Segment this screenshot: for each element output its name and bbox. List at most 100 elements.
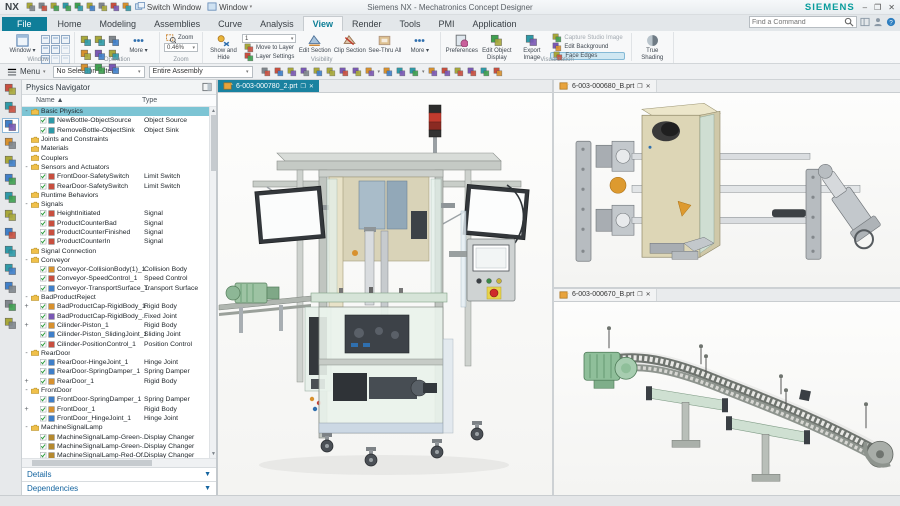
constraint-navigator-icon[interactable] bbox=[2, 136, 19, 151]
pan-view-icon[interactable] bbox=[93, 62, 106, 75]
window-button[interactable]: Window ▾ bbox=[6, 33, 39, 55]
move-to-layer-button[interactable]: Move to Layer bbox=[242, 43, 296, 53]
zoom-value-combo[interactable]: 0.46% ▾ bbox=[164, 43, 198, 52]
tree-item-row[interactable]: FrontDoor-SafetySwitch Limit Switch bbox=[22, 172, 209, 181]
tree-folder-row[interactable]: Couplers bbox=[22, 153, 209, 162]
tree-item-row[interactable]: FrontDoor_HingeJoint_1 Hinge Joint bbox=[22, 414, 209, 423]
capture-studio-image-button[interactable]: Capture Studio Image bbox=[550, 33, 624, 43]
ribbon-tab-modeling[interactable]: Modeling bbox=[91, 17, 146, 31]
selection-scope-combo[interactable]: Entire Assembly ▾ bbox=[148, 65, 253, 78]
history-icon[interactable] bbox=[2, 226, 19, 241]
close-tab-icon[interactable]: ✕ bbox=[309, 83, 314, 90]
tree-folder-row[interactable]: - RearDoor bbox=[22, 349, 209, 358]
shaded-icon[interactable] bbox=[428, 67, 438, 77]
zoom-button[interactable]: Zoom bbox=[164, 34, 198, 43]
tree-expander[interactable]: + bbox=[22, 322, 31, 329]
tree-item-row[interactable]: Conveyor-TransportSurface_1 Transport Sur… bbox=[22, 284, 209, 293]
control-point-icon[interactable] bbox=[313, 67, 323, 77]
cut-icon[interactable] bbox=[62, 2, 72, 12]
ribbon-tab-home[interactable]: Home bbox=[49, 17, 91, 31]
point-on-curve-icon[interactable] bbox=[383, 67, 393, 77]
operation-more-button[interactable]: More ▾ bbox=[122, 33, 155, 55]
tree-folder-row[interactable]: - BadProductReject bbox=[22, 293, 209, 302]
tree-item-row[interactable]: ProductCounterIn Signal bbox=[22, 237, 209, 246]
mid-point-icon[interactable] bbox=[300, 67, 310, 77]
sketch-icon[interactable] bbox=[110, 2, 120, 12]
tree-folder-row[interactable]: - Signals bbox=[22, 200, 209, 209]
hd3d-tools-icon[interactable] bbox=[2, 190, 19, 205]
tree-item-row[interactable]: RemoveBottle-ObjectSink Object Sink bbox=[22, 126, 209, 135]
tree-item-row[interactable]: MachineSignalLamp-Red-Of... Display Chang… bbox=[22, 451, 209, 458]
quadrant-point-icon[interactable] bbox=[352, 67, 362, 77]
3d-viewport-main[interactable] bbox=[218, 93, 552, 495]
tree-expander[interactable]: + bbox=[22, 303, 31, 310]
roles-gear-icon[interactable] bbox=[2, 82, 19, 97]
tree-item-row[interactable]: + RearDoor_1 Rigid Body bbox=[22, 377, 209, 386]
tree-folder-row[interactable]: Materials bbox=[22, 144, 209, 153]
tree-folder-row[interactable]: - FrontDoor bbox=[22, 386, 209, 395]
reuse-library-icon[interactable] bbox=[2, 172, 19, 187]
float-window-icon[interactable]: ❐ bbox=[301, 83, 306, 90]
minimize-button[interactable]: – bbox=[863, 3, 867, 12]
dropdown-caret-icon[interactable]: ▾ bbox=[378, 69, 381, 75]
tree-expander[interactable]: + bbox=[22, 378, 31, 385]
fit-view-icon[interactable] bbox=[467, 67, 477, 77]
clip-section-button[interactable]: Clip Section bbox=[333, 33, 366, 55]
tree-item-row[interactable]: MachineSignalLamp-Green-... Display Chang… bbox=[22, 432, 209, 441]
rotate-view-icon[interactable] bbox=[79, 62, 92, 75]
ribbon-tab-analysis[interactable]: Analysis bbox=[251, 17, 303, 31]
tree-item-row[interactable]: Conveyor-CollisionBody(1)_1 Collision Bod… bbox=[22, 265, 209, 274]
tree-item-row[interactable]: + BadProductCap-RigidBody_1 Rigid Body bbox=[22, 302, 209, 311]
tree-item-row[interactable]: RearDoor-SpringDamper_1 Spring Damper bbox=[22, 367, 209, 376]
main-viewport-tab[interactable]: 6-003-000780_2.prt ❐ ✕ bbox=[218, 80, 319, 92]
tree-folder-row[interactable]: - MachineSignalLamp bbox=[22, 423, 209, 432]
top-right-viewport-tab[interactable]: 6-003-000680_B.prt ❐ ✕ bbox=[554, 80, 657, 92]
touch-panel-icon[interactable] bbox=[2, 316, 19, 331]
tree-folder-row[interactable]: - Sensors and Actuators bbox=[22, 163, 209, 172]
tree-folder-row[interactable]: Runtime Behaviors bbox=[22, 191, 209, 200]
arc-center-icon[interactable] bbox=[339, 67, 349, 77]
touch-mode-icon[interactable] bbox=[98, 2, 108, 12]
tree-item-row[interactable]: ProductCounterFinished Signal bbox=[22, 228, 209, 237]
close-button[interactable]: ✕ bbox=[888, 3, 895, 12]
tree-expander[interactable]: - bbox=[22, 201, 31, 208]
tree-expander[interactable]: - bbox=[22, 257, 31, 264]
tree-expander[interactable]: + bbox=[22, 406, 31, 413]
restore-button[interactable]: ❐ bbox=[874, 3, 881, 12]
tree-item-row[interactable]: + Cilinder-Piston_1 Rigid Body bbox=[22, 321, 209, 330]
tree-item-row[interactable]: FrontDoor-SpringDamper_1 Spring Damper bbox=[22, 395, 209, 404]
window-menu-button[interactable]: Window ▾ bbox=[207, 2, 252, 12]
tree-expander[interactable]: - bbox=[22, 350, 31, 357]
panel-toggle-icon[interactable] bbox=[860, 17, 870, 27]
wireframe-icon[interactable] bbox=[441, 67, 451, 77]
close-tab-icon[interactable]: ✕ bbox=[646, 291, 651, 298]
bounded-plane-icon[interactable] bbox=[409, 67, 419, 77]
menu-button[interactable]: Menu ▾ bbox=[4, 66, 49, 78]
assembly-navigator-icon[interactable] bbox=[2, 100, 19, 115]
tree-item-row[interactable]: MachineSignalLamp-Green-... Display Chang… bbox=[22, 442, 209, 451]
float-window-icon[interactable]: ❐ bbox=[637, 291, 642, 298]
system-scenes-icon[interactable] bbox=[2, 298, 19, 313]
dependencies-section-header[interactable]: Dependencies ▼ bbox=[22, 481, 216, 495]
ribbon-tab-curve[interactable]: Curve bbox=[209, 17, 251, 31]
bottom-right-viewport-tab[interactable]: 6-003-000670_B.prt ❐ ✕ bbox=[554, 288, 657, 301]
3d-viewport-bottom-right[interactable] bbox=[554, 301, 900, 495]
orient-iso-icon[interactable] bbox=[107, 34, 120, 47]
close-tab-icon[interactable]: ✕ bbox=[646, 83, 651, 90]
process-studio-icon[interactable] bbox=[2, 244, 19, 259]
ribbon-tab-tools[interactable]: Tools bbox=[391, 17, 430, 31]
point-on-face-icon[interactable] bbox=[396, 67, 406, 77]
tree-item-row[interactable]: RearDoor-SafetySwitch Limit Switch bbox=[22, 181, 209, 190]
visibility-more-button[interactable]: More ▾ bbox=[403, 33, 436, 55]
tree-expander[interactable]: - bbox=[22, 164, 31, 171]
tree-expander[interactable]: - bbox=[22, 424, 31, 431]
navigator-column-headers[interactable]: Name ▲ Type bbox=[22, 95, 216, 107]
perspective-icon[interactable] bbox=[107, 62, 120, 75]
ribbon-tab-render[interactable]: Render bbox=[343, 17, 391, 31]
user-icon[interactable] bbox=[873, 17, 883, 27]
tree-folder-row[interactable]: - Conveyor bbox=[22, 256, 209, 265]
tree-item-row[interactable]: RearDoor-HingeJoint_1 Hinge Joint bbox=[22, 358, 209, 367]
tree-item-row[interactable]: Cilinder-PositionControl_1 Position Contr… bbox=[22, 339, 209, 348]
tree-folder-row[interactable]: Signal Connection bbox=[22, 246, 209, 255]
search-icon[interactable] bbox=[844, 17, 854, 27]
